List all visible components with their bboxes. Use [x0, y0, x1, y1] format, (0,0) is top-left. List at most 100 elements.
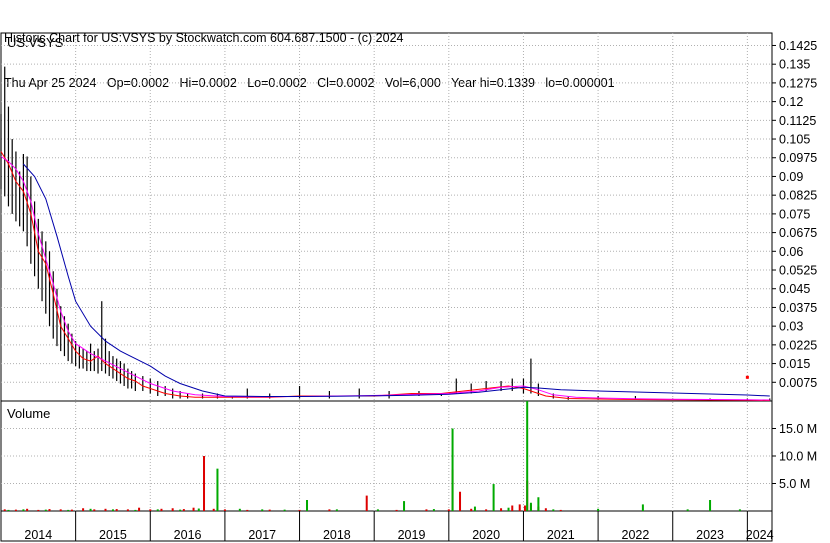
volume-bar-down — [171, 508, 174, 511]
volume-bar-down — [365, 495, 368, 511]
volume-bar-down — [48, 509, 51, 511]
volume-bar-up — [44, 509, 47, 511]
volume-bar-up — [216, 468, 219, 511]
year-label: 2016 — [174, 528, 202, 542]
volume-bar-up — [641, 504, 644, 511]
year-x-axis: 2014 2015 2016 2017 2018 2019 2020 2021 2022 2023… — [24, 511, 774, 542]
volume-bar-down — [485, 509, 488, 511]
close-price-outlier-point — [745, 375, 749, 379]
volume-bar-down — [447, 509, 450, 511]
volume-bar-down — [82, 508, 85, 511]
volume-bar-down — [192, 507, 195, 511]
volume-bar-down — [328, 509, 331, 511]
volume-bar-down — [559, 509, 562, 511]
volume-bar-up — [335, 509, 338, 511]
volume-pane-title: Volume — [7, 406, 50, 421]
volume-bar-up — [197, 508, 200, 511]
volume-tick-label: 10.0 M — [779, 450, 817, 464]
price-tick-label: 0.0075 — [779, 376, 817, 390]
volume-bar-down — [425, 509, 428, 511]
volume-bar-down — [14, 509, 17, 511]
year-label: 2019 — [398, 528, 426, 542]
volume-bar-up — [597, 508, 600, 511]
volume-bar-down — [246, 509, 249, 511]
year-label: 2023 — [696, 528, 724, 542]
price-tick-label: 0.0225 — [779, 338, 817, 352]
volume-bar-down — [59, 509, 62, 511]
volume-tick-label: 5.0 M — [779, 477, 810, 491]
volume-bar-down — [93, 509, 96, 511]
volume-bar-up — [473, 506, 476, 511]
price-tick-label: 0.09 — [779, 170, 803, 184]
price-pane-title: US:VSYS — [7, 35, 64, 50]
volume-bar-up — [529, 502, 532, 511]
price-pane-frame — [0, 32, 773, 402]
year-label: 2021 — [547, 528, 575, 542]
volume-bar-down — [470, 508, 473, 511]
volume-bar-up — [179, 509, 182, 511]
volume-bar-up — [89, 508, 92, 511]
volume-bar-down — [104, 508, 107, 511]
year-label: 2024 — [746, 528, 774, 542]
price-tick-label: 0.06 — [779, 245, 803, 259]
year-label: 2020 — [472, 528, 500, 542]
volume-bar-up — [507, 507, 510, 511]
price-tick-label: 0.12 — [779, 95, 803, 109]
volume-bar-down — [268, 509, 271, 511]
volume-bar-up — [552, 509, 555, 511]
chart-panes: US:VSYS Volume — [0, 32, 773, 542]
volume-bars — [3, 401, 741, 511]
volume-bar-down — [3, 509, 6, 511]
price-high-low-bars — [0, 66, 771, 401]
volume-bar-down — [182, 509, 185, 511]
volume-bar-up — [156, 509, 159, 511]
stock-chart: US:VSYS Volume 0.1425 0.135 0.1275 0.12 0.11… — [0, 32, 817, 542]
price-tick-label: 0.1125 — [779, 114, 816, 128]
price-tick-label: 0.1275 — [779, 76, 817, 90]
price-tick-label: 0.1425 — [779, 39, 817, 53]
volume-bar-up — [67, 509, 70, 511]
volume-bar-up — [403, 501, 406, 511]
year-label: 2014 — [24, 528, 52, 542]
volume-bar-down — [459, 491, 462, 511]
volume-pane-frame — [0, 400, 773, 512]
year-label: 2022 — [622, 528, 650, 542]
volume-bar-up — [306, 500, 309, 511]
volume-bar-down — [223, 509, 226, 511]
volume-bar-down — [500, 508, 503, 511]
volume-bar-down — [203, 456, 206, 511]
volume-bar-up — [432, 509, 435, 511]
volume-bar-down — [523, 505, 526, 511]
price-tick-label: 0.0525 — [779, 264, 817, 278]
volume-bar-down — [160, 508, 163, 511]
volume-bar-down — [518, 504, 521, 511]
price-tick-label: 0.135 — [779, 58, 810, 72]
price-tick-label: 0.0675 — [779, 226, 817, 240]
volume-bar-up — [376, 509, 379, 511]
volume-bar-up — [709, 500, 712, 511]
volume-bar-down — [70, 509, 73, 511]
volume-bar-up — [7, 509, 10, 511]
price-tick-label: 0.03 — [779, 320, 803, 334]
volume-bar-up — [238, 508, 241, 511]
price-tick-label: 0.075 — [779, 207, 810, 221]
volume-bar-down — [37, 509, 40, 511]
volume-y-axis: 15.0 M 10.0 M 5.0 M — [772, 422, 817, 491]
volume-bar-down — [138, 507, 141, 511]
volume-bar-down — [298, 509, 301, 511]
year-label: 2018 — [323, 528, 351, 542]
volume-bar-down — [115, 509, 118, 511]
price-tick-label: 0.0375 — [779, 301, 817, 315]
volume-bar-up — [738, 509, 741, 511]
volume-tick-label: 15.0 M — [779, 422, 817, 436]
price-tick-label: 0.0975 — [779, 151, 817, 165]
year-label: 2017 — [248, 528, 276, 542]
volume-bar-up — [134, 509, 137, 511]
price-tick-label: 0.015 — [779, 357, 810, 371]
volume-bar-down — [126, 509, 129, 511]
price-tick-label: 0.105 — [779, 133, 810, 147]
volume-bar-up — [261, 509, 264, 511]
volume-bar-up — [537, 497, 540, 511]
year-label: 2015 — [99, 528, 127, 542]
price-tick-label: 0.045 — [779, 282, 810, 296]
